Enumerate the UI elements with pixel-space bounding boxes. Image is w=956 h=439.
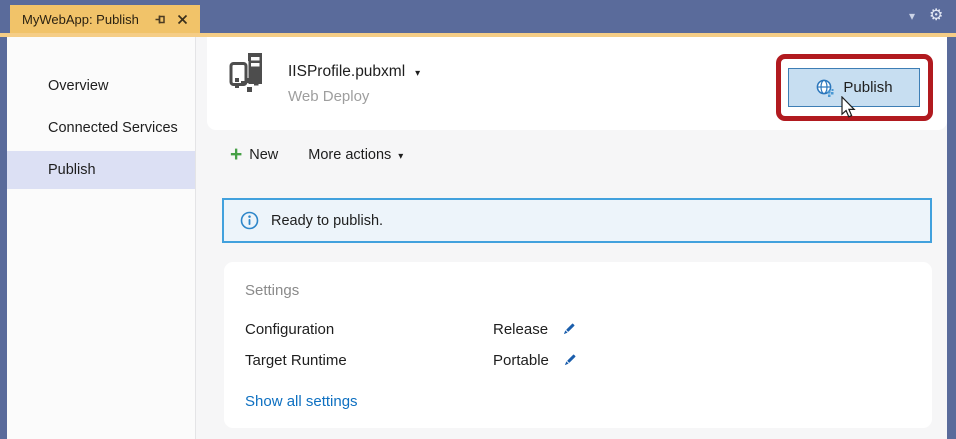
more-actions-button[interactable]: More actions ▾ [308, 147, 403, 163]
settings-rows: Configuration Release Target Runtime Por… [245, 318, 932, 371]
sidebar-item-overview[interactable]: Overview [7, 67, 195, 105]
chevron-down-icon: ▾ [415, 67, 421, 79]
plus-icon: + [230, 143, 243, 166]
setting-row-configuration: Configuration Release [245, 318, 932, 340]
publish-main-panel: IISProfile.pubxml ▾ Web Deploy Publish +… [196, 37, 947, 439]
setting-value: Portable [493, 351, 549, 369]
chevron-down-icon[interactable]: ▾ [909, 9, 915, 23]
edit-pencil-icon[interactable] [561, 352, 578, 369]
tab-bar: MyWebApp: Publish ▾ ⚙ [0, 0, 956, 33]
settings-card: Settings Configuration Release Target Ru… [224, 262, 932, 428]
more-actions-label: More actions [308, 147, 392, 163]
profile-selector[interactable]: IISProfile.pubxml ▾ [288, 63, 420, 81]
tab-title: MyWebApp: Publish [22, 11, 139, 27]
setting-label: Target Runtime [245, 351, 347, 369]
setting-label: Configuration [245, 320, 335, 338]
publish-sidebar: Overview Connected Services Publish [7, 37, 196, 439]
profile-header-card: IISProfile.pubxml ▾ Web Deploy Publish [207, 37, 947, 130]
window-right-border [947, 37, 956, 439]
new-button-label: New [249, 147, 279, 163]
status-message: Ready to publish. [271, 212, 384, 229]
sidebar-item-connected-services[interactable]: Connected Services [7, 109, 195, 147]
sidebar-item-publish[interactable]: Publish [7, 151, 195, 189]
publish-globe-icon [815, 78, 835, 98]
profile-toolbar: + New More actions ▾ [230, 143, 403, 166]
window-left-border [0, 37, 7, 439]
new-profile-button[interactable]: + New [230, 143, 279, 166]
info-icon [240, 211, 259, 230]
edit-pencil-icon[interactable] [560, 321, 577, 338]
show-all-settings-link[interactable]: Show all settings [245, 393, 358, 410]
profile-method-label: Web Deploy [288, 88, 370, 105]
close-icon[interactable] [174, 11, 190, 27]
pin-icon[interactable] [152, 11, 168, 27]
setting-row-target-runtime: Target Runtime Portable [245, 349, 932, 371]
chevron-down-icon: ▾ [398, 150, 404, 162]
setting-value: Release [493, 320, 549, 338]
profile-name: IISProfile.pubxml [288, 63, 406, 80]
mouse-cursor [840, 95, 856, 124]
document-tab-mywebapp-publish[interactable]: MyWebApp: Publish [10, 5, 200, 33]
settings-section-title: Settings [245, 282, 300, 299]
publish-button-label: Publish [843, 79, 893, 96]
status-info-bar: Ready to publish. [222, 198, 932, 243]
gear-icon[interactable]: ⚙ [929, 5, 943, 27]
publish-profile-icon [227, 51, 267, 102]
